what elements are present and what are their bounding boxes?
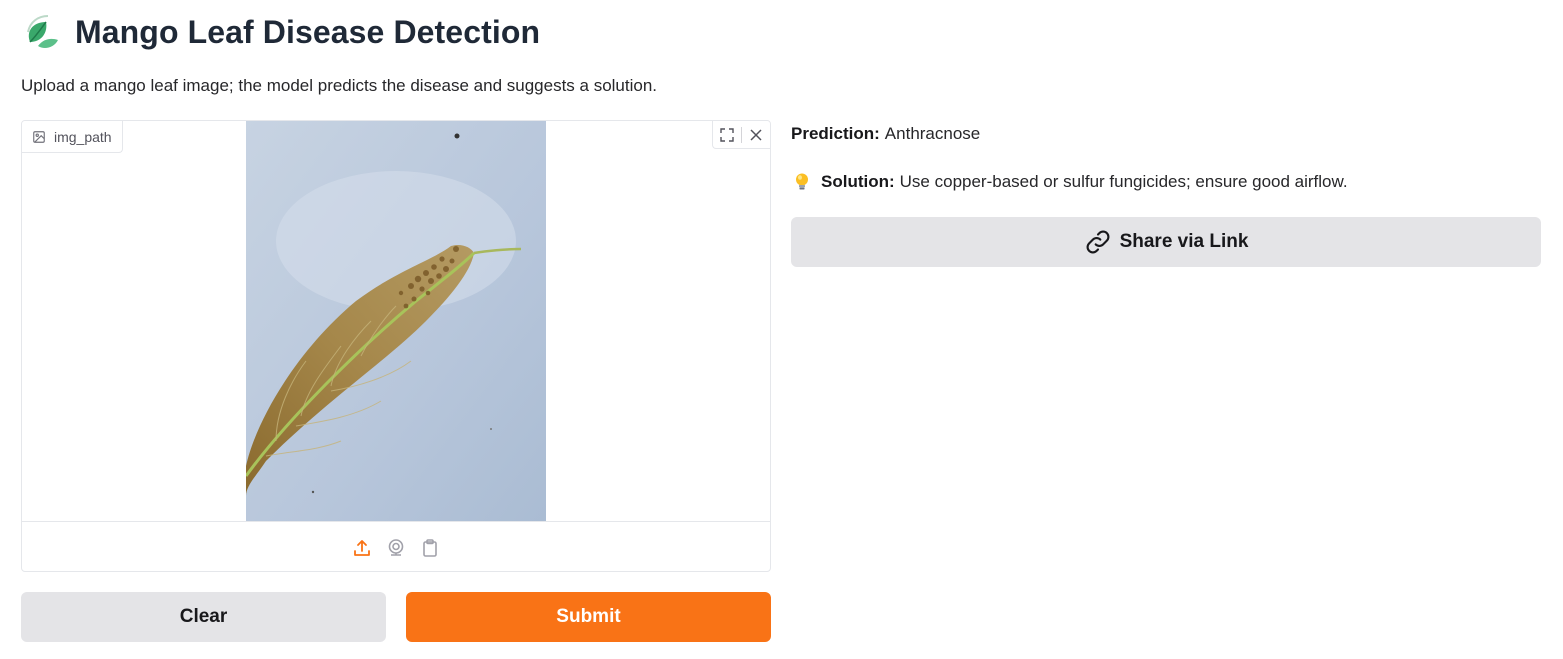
link-icon	[1086, 230, 1110, 254]
image-icon	[33, 130, 45, 143]
close-icon	[750, 128, 762, 141]
clipboard-source-button[interactable]	[418, 536, 442, 560]
fullscreen-button[interactable]	[713, 121, 741, 149]
prediction-label: Prediction:	[791, 124, 880, 143]
upload-source-button[interactable]	[350, 536, 374, 560]
lightbulb-icon	[796, 173, 808, 190]
prediction-value: Anthracnose	[884, 124, 981, 143]
solution-value: Use copper-based or sulfur fungicides; e…	[899, 172, 1348, 191]
image-source-bar	[22, 521, 770, 571]
leaf-icon	[27, 15, 58, 48]
remove-image-button[interactable]	[742, 121, 770, 149]
app-header: Mango Leaf Disease Detection	[22, 12, 540, 52]
submit-button[interactable]: Submit	[406, 592, 771, 642]
uploaded-leaf-image	[246, 121, 546, 521]
solution-output: Solution: Use copper-based or sulfur fun…	[791, 172, 1348, 192]
clear-button[interactable]: Clear	[21, 592, 386, 642]
upload-icon	[354, 539, 370, 556]
image-input-panel[interactable]: img_path	[21, 120, 771, 572]
webcam-icon	[388, 538, 404, 556]
clipboard-icon	[423, 538, 437, 557]
webcam-source-button[interactable]	[384, 536, 408, 560]
image-input-label-text: img_path	[54, 128, 112, 145]
page-title: Mango Leaf Disease Detection	[75, 13, 541, 50]
image-controls	[712, 121, 770, 149]
share-via-link-button[interactable]: Share via Link	[791, 217, 1541, 267]
share-button-label: Share via Link	[1119, 231, 1249, 252]
page-description: Upload a mango leaf image; the model pre…	[21, 76, 658, 95]
fullscreen-icon	[720, 127, 734, 142]
prediction-output: Prediction: Anthracnose	[791, 124, 980, 144]
image-input-label: img_path	[22, 121, 123, 153]
solution-label: Solution:	[821, 172, 895, 191]
